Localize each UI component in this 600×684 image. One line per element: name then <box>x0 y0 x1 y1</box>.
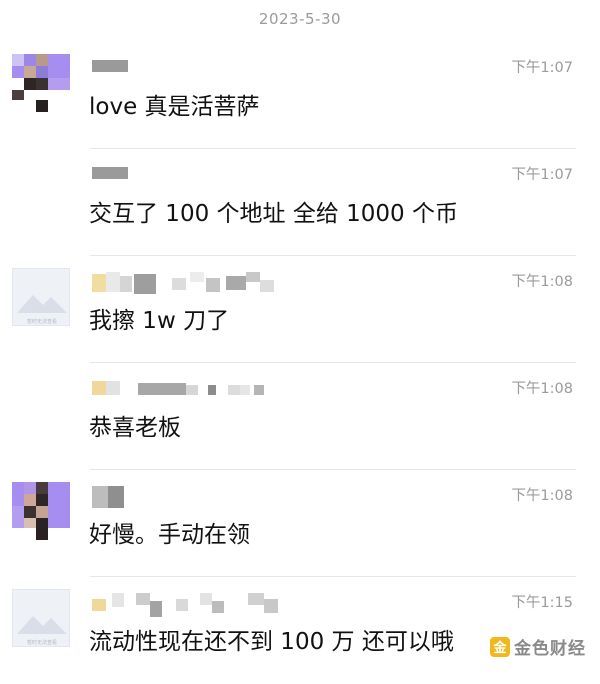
sender-name-redacted <box>90 593 410 617</box>
message-text: love 真是活菩萨 <box>89 94 260 120</box>
message-text: 流动性现在还不到 100 万 还可以哦 <box>89 629 454 655</box>
message-text: 我擦 1w 刀了 <box>89 308 230 334</box>
sender-name-redacted <box>90 486 410 508</box>
message-time: 下午1:15 <box>511 595 573 611</box>
image-placeholder-icon: 暂时无法查看 <box>17 616 67 646</box>
sender-name-redacted <box>90 58 410 80</box>
chat-message[interactable]: 下午1:08 好慢。手动在领 <box>0 470 600 577</box>
chat-message[interactable]: 下午1:07 love 真是活菩萨 <box>0 42 600 149</box>
chat-message[interactable]: 暂时无法查看 下午1:15 流动性现在还不到 100 万 还可以哦 <box>0 577 600 684</box>
sender-name-redacted <box>90 379 410 401</box>
chat-message[interactable]: 暂时无法查看 下午1:08 我擦 1w 刀了 <box>0 256 600 363</box>
watermark: 金 金色财经 <box>486 632 590 661</box>
message-time: 下午1:08 <box>511 488 573 504</box>
chat-message[interactable]: 下午1:07 交互了 100 个地址 全给 1000 个币 <box>0 149 600 256</box>
avatar-placeholder[interactable]: 暂时无法查看 <box>12 589 70 647</box>
placeholder-caption: 暂时无法查看 <box>27 639 57 646</box>
placeholder-caption: 暂时无法查看 <box>27 318 57 325</box>
image-placeholder-icon: 暂时无法查看 <box>17 295 67 325</box>
date-separator: 2023-5-30 <box>258 10 342 28</box>
message-time: 下午1:07 <box>511 167 573 183</box>
watermark-text: 金色财经 <box>514 639 586 659</box>
avatar-placeholder[interactable]: 暂时无法查看 <box>12 268 70 326</box>
chat-message[interactable]: 下午1:08 恭喜老板 <box>0 363 600 470</box>
message-text: 恭喜老板 <box>89 415 181 441</box>
avatar[interactable] <box>12 54 70 112</box>
message-text: 好慢。手动在领 <box>89 522 250 548</box>
message-time: 下午1:07 <box>511 60 573 76</box>
message-text: 交互了 100 个地址 全给 1000 个币 <box>89 201 458 227</box>
sender-name-redacted <box>90 165 410 187</box>
message-time: 下午1:08 <box>511 274 573 290</box>
avatar[interactable] <box>12 482 70 540</box>
sender-name-redacted <box>90 272 410 294</box>
message-time: 下午1:08 <box>511 381 573 397</box>
watermark-logo-icon: 金 <box>490 636 510 657</box>
